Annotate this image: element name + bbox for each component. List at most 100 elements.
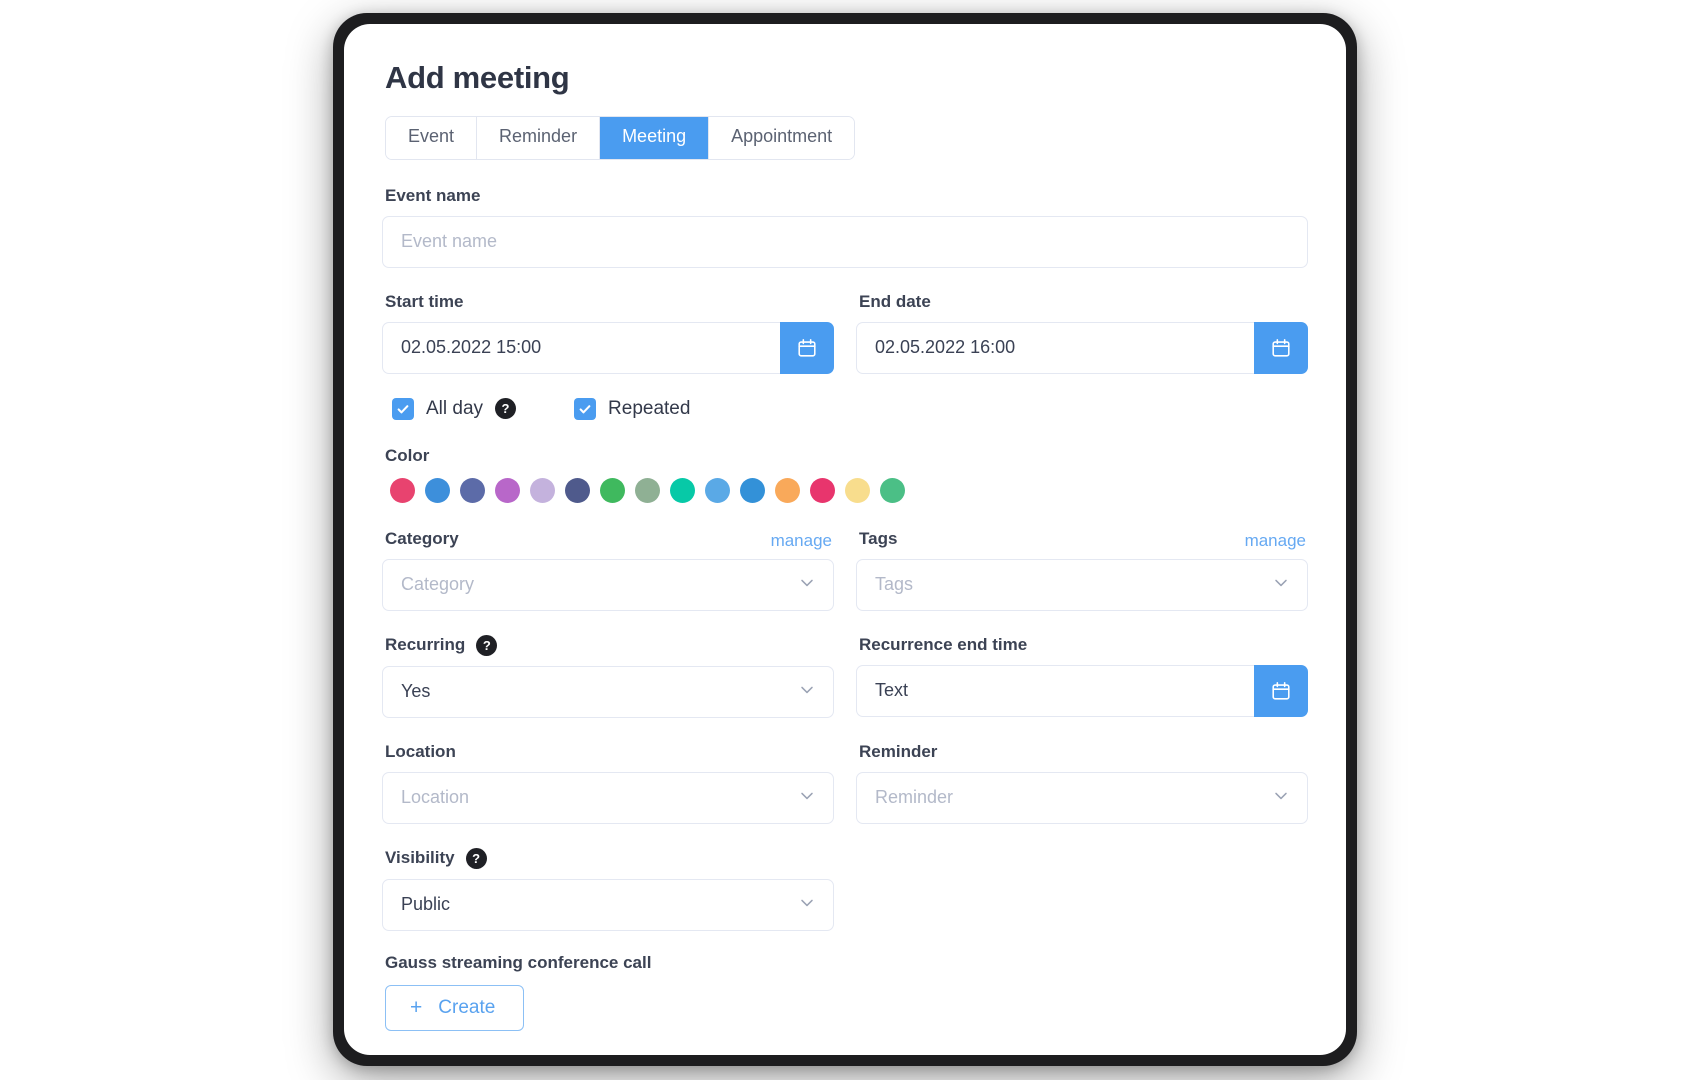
repeated-label: Repeated	[608, 397, 691, 419]
start-time-label: Start time	[385, 291, 464, 311]
category-select-value: Category	[401, 574, 475, 595]
all-day-option: All day ?	[392, 397, 517, 420]
reminder-select[interactable]: Reminder	[856, 771, 1308, 824]
create-conference-button[interactable]: + Create	[385, 984, 525, 1031]
color-swatch[interactable]	[530, 477, 555, 503]
tab-appointment[interactable]: Appointment	[709, 117, 855, 159]
location-select-value: Location	[401, 787, 470, 808]
visibility-help-icon[interactable]: ?	[465, 847, 487, 869]
color-swatch[interactable]	[810, 477, 835, 503]
chevron-down-icon	[797, 892, 817, 917]
reminder-group: Reminder Reminder	[856, 742, 1308, 824]
location-select[interactable]: Location	[382, 771, 834, 824]
color-swatch[interactable]	[600, 477, 625, 503]
options-row: All day ? Repeated	[392, 397, 1308, 420]
recurrence-end-time-input[interactable]: Text	[856, 664, 1254, 717]
recurring-label: Recurring ?	[385, 634, 834, 656]
color-swatch[interactable]	[390, 477, 415, 503]
visibility-row: Visibility ? Public	[382, 847, 1308, 931]
type-tabs: Event Reminder Meeting Appointment	[385, 116, 856, 160]
recurring-help-icon[interactable]: ?	[476, 634, 498, 656]
location-reminder-row: Location Location Reminder Reminder	[382, 742, 1308, 824]
chevron-down-icon	[797, 572, 817, 597]
visibility-label: Visibility ?	[385, 847, 834, 869]
plus-icon: +	[410, 995, 423, 1019]
recurring-select[interactable]: Yes	[382, 665, 834, 718]
tags-label: Tags	[859, 528, 898, 548]
conference-call-group: Gauss streaming conference call + Create	[382, 953, 1308, 1031]
screenshot-root: Add meeting Event Reminder Meeting Appoi…	[0, 0, 1692, 1080]
device-frame: Add meeting Event Reminder Meeting Appoi…	[333, 13, 1357, 1066]
datetime-row: Start time 02.05.2022 15:00 End date 02.…	[382, 292, 1308, 374]
repeated-checkbox[interactable]	[574, 397, 597, 420]
color-swatch[interactable]	[425, 477, 450, 503]
conference-call-title: Gauss streaming conference call	[385, 952, 652, 972]
tab-meeting[interactable]: Meeting	[600, 117, 710, 159]
all-day-checkbox[interactable]	[392, 397, 414, 420]
all-day-label: All day	[426, 397, 484, 419]
color-label: Color	[385, 445, 430, 465]
repeated-option: Repeated	[574, 397, 691, 420]
recurring-group: Recurring ? Yes	[382, 634, 834, 718]
visibility-select-value: Public	[401, 894, 451, 915]
recurrence-end-time-group: Recurrence end time Text	[856, 635, 1308, 718]
create-button-label: Create	[438, 996, 496, 1018]
location-label: Location	[385, 741, 456, 761]
color-swatch[interactable]	[845, 477, 870, 503]
recurrence-end-time-label: Recurrence end time	[859, 634, 1028, 654]
color-swatch[interactable]	[460, 477, 485, 503]
recurrence-end-time-calendar-button[interactable]	[1254, 664, 1308, 717]
color-swatch[interactable]	[880, 477, 905, 503]
end-date-label: End date	[859, 291, 931, 311]
start-time-field: 02.05.2022 15:00	[382, 321, 834, 374]
start-time-calendar-button[interactable]	[780, 321, 834, 374]
chevron-down-icon	[1271, 785, 1291, 810]
end-date-field: 02.05.2022 16:00	[856, 321, 1308, 374]
color-group: Color	[382, 446, 1308, 503]
tab-event[interactable]: Event	[386, 117, 478, 159]
tags-select[interactable]: Tags	[856, 558, 1308, 611]
tags-label-row: Tags manage	[856, 529, 1308, 549]
color-swatch[interactable]	[740, 477, 765, 503]
tags-manage-link[interactable]: manage	[1245, 532, 1306, 549]
end-date-calendar-button[interactable]	[1254, 321, 1308, 374]
event-name-label: Event name	[385, 185, 481, 205]
visibility-select[interactable]: Public	[382, 878, 834, 931]
all-day-help-icon[interactable]: ?	[495, 398, 517, 420]
category-label-row: Category manage	[382, 529, 834, 549]
category-select[interactable]: Category	[382, 558, 834, 611]
color-swatch[interactable]	[495, 477, 520, 503]
color-swatch[interactable]	[775, 477, 800, 503]
calendar-icon	[1270, 680, 1292, 702]
category-label: Category	[385, 528, 459, 548]
recurrence-end-time-field: Text	[856, 664, 1308, 717]
event-name-input[interactable]: Event name	[382, 215, 1308, 268]
chevron-down-icon	[1271, 572, 1291, 597]
reminder-label: Reminder	[859, 741, 938, 761]
color-swatch[interactable]	[670, 477, 695, 503]
calendar-icon	[1270, 337, 1292, 359]
recurring-select-value: Yes	[401, 681, 431, 702]
chevron-down-icon	[797, 785, 817, 810]
color-swatch[interactable]	[565, 477, 590, 503]
visibility-spacer	[856, 848, 1308, 931]
chevron-down-icon	[797, 679, 817, 704]
event-name-group: Event name Event name	[382, 186, 1308, 268]
category-group: Category manage Category	[382, 529, 834, 611]
check-icon	[578, 402, 592, 416]
tab-reminder[interactable]: Reminder	[477, 117, 601, 159]
visibility-group: Visibility ? Public	[382, 847, 834, 931]
recurring-row: Recurring ? Yes Recurrence end time Text	[382, 634, 1308, 718]
category-manage-link[interactable]: manage	[771, 532, 832, 549]
page-title: Add meeting	[385, 60, 570, 95]
tags-select-value: Tags	[875, 574, 914, 595]
end-date-input[interactable]: 02.05.2022 16:00	[856, 321, 1254, 374]
visibility-label-text: Visibility	[385, 848, 455, 868]
category-tags-row: Category manage Category Tags manage Tag…	[382, 529, 1308, 611]
end-date-group: End date 02.05.2022 16:00	[856, 292, 1308, 374]
tags-group: Tags manage Tags	[856, 529, 1308, 611]
color-swatch[interactable]	[705, 477, 730, 503]
check-icon	[396, 402, 410, 416]
color-swatch[interactable]	[635, 477, 660, 503]
start-time-input[interactable]: 02.05.2022 15:00	[382, 321, 780, 374]
